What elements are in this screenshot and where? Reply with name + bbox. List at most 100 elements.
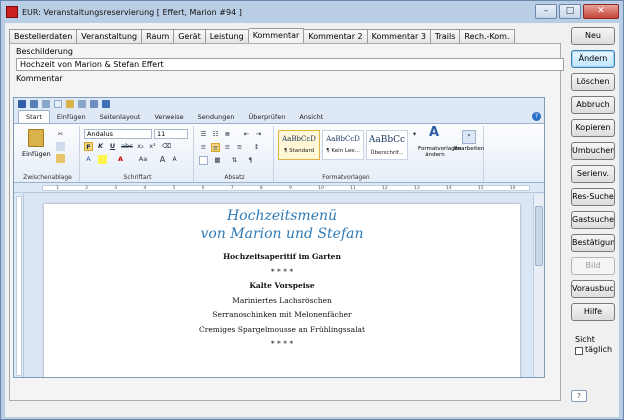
document-page[interactable]: Hochzeitsmenü von Marion und Stefan Hoch…	[44, 204, 520, 377]
minimize-button[interactable]: –	[535, 4, 557, 19]
shading-icon[interactable]	[199, 156, 208, 165]
ribbon-tab-verweise[interactable]: Verweise	[147, 111, 190, 123]
bullets-icon[interactable]: ☰	[199, 130, 208, 139]
ribbon-tab-überprüfen[interactable]: Überprüfen	[241, 111, 292, 123]
scroll-thumb[interactable]	[535, 206, 543, 266]
maximize-button[interactable]: □	[559, 4, 581, 19]
format-painter-icon[interactable]	[56, 154, 65, 163]
help-icon[interactable]: ?	[532, 112, 541, 121]
kopieren-button[interactable]: Kopieren	[571, 119, 615, 137]
title-bar: EUR: Veranstaltungsreservierung [ Effert…	[1, 1, 623, 23]
copy-icon[interactable]	[56, 142, 65, 151]
document-line: * * * *	[270, 266, 294, 276]
ribbon-tab-start[interactable]: Start	[18, 110, 50, 123]
highlight-icon[interactable]	[98, 155, 107, 164]
ribbon-tab-einfügen[interactable]: Einfügen	[50, 111, 93, 123]
change-styles-label[interactable]: Formatvorlagen ändern	[418, 146, 462, 158]
word-editor[interactable]: Start Einfügen Seitenlayout Verweise Sendung…	[13, 97, 545, 378]
grow-font-button[interactable]: A	[158, 155, 167, 164]
align-center-icon[interactable]: ≡	[211, 143, 220, 152]
font-color-icon[interactable]: A	[116, 155, 125, 164]
ribbon-tab-seitenlayout[interactable]: Seitenlayout	[93, 111, 148, 123]
vorausbuchen-button[interactable]: Vorausbuchen	[571, 280, 615, 298]
save-icon[interactable]	[18, 100, 26, 108]
justify-icon[interactable]: ≡	[235, 143, 244, 152]
abbruch-button[interactable]: Abbruch	[571, 96, 615, 114]
tab-raum[interactable]: Raum	[142, 29, 175, 43]
gastsuche-button[interactable]: Gastsuche	[571, 211, 615, 229]
style-ueberschrift[interactable]: AaBbCc Überschrif...	[366, 130, 408, 160]
tab-kommentar[interactable]: Kommentar	[248, 28, 305, 43]
ribbon-tab-sendungen[interactable]: Sendungen	[191, 111, 242, 123]
styles-group: AaBbCcD ¶ Standard AaBbCcD ¶ Kein Lee...…	[276, 126, 484, 182]
bestätigung-button[interactable]: Bestätigung	[571, 234, 615, 252]
help-book-icon[interactable]: ?	[571, 390, 587, 402]
italic-button[interactable]: K	[96, 142, 105, 151]
font-size-select[interactable]: 11	[154, 129, 188, 139]
script-heading-1: Hochzeitsmenü	[226, 208, 338, 224]
tab-veranstaltung[interactable]: Veranstaltung	[77, 29, 143, 43]
edit-label[interactable]: Bearbeiten	[454, 146, 484, 152]
borders-icon[interactable]: ▦	[213, 156, 222, 165]
document-line: Kalte Vorspeise	[249, 281, 315, 290]
tab-leistung[interactable]: Leistung	[205, 29, 249, 43]
style-standard[interactable]: AaBbCcD ¶ Standard	[278, 130, 320, 160]
style-kein-leerraum[interactable]: AaBbCcD ¶ Kein Lee...	[322, 130, 364, 160]
redo-icon[interactable]	[42, 100, 50, 108]
beschilderung-label: Beschilderung	[16, 47, 73, 56]
close-button[interactable]: ✕	[583, 4, 619, 19]
tab-bar: Bestellerdaten Veranstaltung Raum Gerät Leis…	[9, 28, 515, 43]
löschen-button[interactable]: Löschen	[571, 73, 615, 91]
font-name-select[interactable]: Andalus	[84, 129, 152, 139]
hilfe-button[interactable]: Hilfe	[571, 303, 615, 321]
undo-icon[interactable]	[30, 100, 38, 108]
vertical-ruler	[14, 194, 24, 377]
umbuchen-button[interactable]: Umbuchen	[571, 142, 615, 160]
line-spacing-icon[interactable]: ↕	[252, 143, 261, 152]
increase-indent-icon[interactable]: ⇥	[254, 130, 263, 139]
tab-kommentar-2[interactable]: Kommentar 2	[304, 29, 368, 43]
vertical-scrollbar[interactable]	[533, 194, 544, 377]
bold-button[interactable]: F	[84, 142, 93, 151]
tab-trails[interactable]: Trails	[430, 29, 461, 43]
open-icon[interactable]	[66, 100, 74, 108]
document-line: * * * *	[270, 339, 294, 348]
serienv--button[interactable]: Serienv.	[571, 165, 615, 183]
underline-button[interactable]: U	[108, 142, 117, 151]
res-suche-button[interactable]: Res-Suche	[571, 188, 615, 206]
preview-icon[interactable]	[90, 100, 98, 108]
decrease-indent-icon[interactable]: ⇤	[242, 130, 251, 139]
text-effects-icon[interactable]: A	[84, 155, 93, 164]
neu-button[interactable]: Neu	[571, 27, 615, 45]
multilevel-icon[interactable]: ≣	[223, 130, 232, 139]
tab-kommentar-3[interactable]: Kommentar 3	[367, 29, 431, 43]
beschilderung-field[interactable]: Hochzeit von Marion & Stefan Effert	[16, 58, 564, 71]
paste-label[interactable]: Einfügen	[22, 150, 51, 158]
ändern-button[interactable]: Ändern	[571, 50, 615, 68]
paste-icon[interactable]	[28, 129, 44, 147]
sort-icon[interactable]: ⇅	[230, 156, 239, 165]
taeglich-checkbox[interactable]	[575, 347, 583, 355]
numbering-icon[interactable]: ☷	[211, 130, 220, 139]
align-right-icon[interactable]: ≡	[223, 143, 232, 152]
print-icon[interactable]	[78, 100, 86, 108]
change-case-button[interactable]: Aa	[136, 155, 150, 164]
subscript-button[interactable]: x₂	[136, 142, 145, 151]
change-styles-icon[interactable]: A	[426, 126, 442, 144]
ribbon-tab-ansicht[interactable]: Ansicht	[292, 111, 330, 123]
shrink-font-button[interactable]: A	[170, 155, 179, 164]
clear-format-icon[interactable]: ⌫	[162, 142, 171, 151]
new-doc-icon[interactable]	[54, 100, 62, 108]
tab-gerät[interactable]: Gerät	[174, 29, 206, 43]
quick-access-toolbar	[14, 98, 544, 110]
tab-bestellerdaten[interactable]: Bestellerdaten	[9, 29, 78, 43]
tab-rech-kom-[interactable]: Rech.-Kom.	[460, 29, 515, 43]
superscript-button[interactable]: x²	[148, 142, 157, 151]
cut-icon[interactable]: ✂	[56, 130, 65, 139]
format-icon[interactable]	[102, 100, 110, 108]
align-left-icon[interactable]: ≡	[199, 143, 208, 152]
strikethrough-button[interactable]: abc	[120, 142, 134, 151]
show-marks-button[interactable]: ¶	[246, 156, 255, 165]
binoculars-icon[interactable]: ⌕	[462, 130, 476, 144]
taeglich-label: täglich	[585, 345, 613, 354]
